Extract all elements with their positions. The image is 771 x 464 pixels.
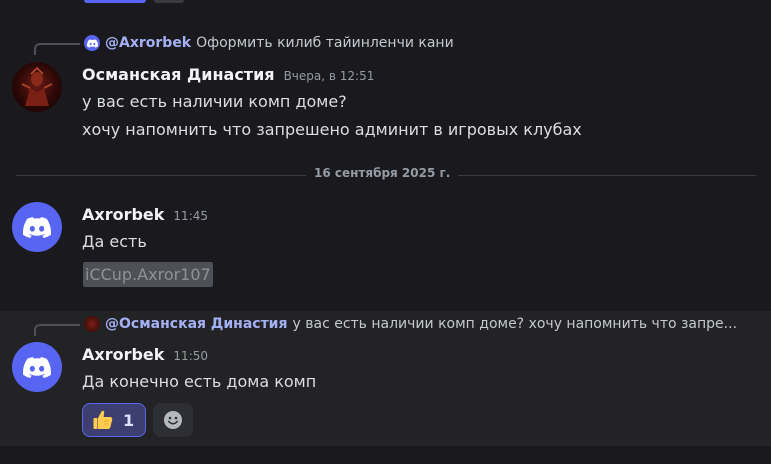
date-divider-label: 16 сентября 2025 г. bbox=[306, 166, 459, 180]
discord-icon bbox=[23, 216, 51, 238]
message-header: Османская Династия Вчера, в 12:51 bbox=[82, 65, 374, 84]
reply-preview[interactable]: @Османская Династия у вас есть наличии к… bbox=[84, 316, 754, 332]
timestamp[interactable]: 11:45 bbox=[173, 209, 208, 223]
reply-preview[interactable]: @Axrorbek Оформить килиб тайинленчи кани bbox=[84, 35, 454, 51]
reply-connector bbox=[34, 43, 80, 55]
inline-code-text[interactable]: iCCup.Axror107 bbox=[83, 262, 213, 287]
message-text: Да есть bbox=[82, 232, 147, 251]
timestamp[interactable]: 11:50 bbox=[173, 349, 208, 363]
author-name[interactable]: Axrorbek bbox=[82, 345, 164, 364]
author-name[interactable]: Axrorbek bbox=[82, 205, 164, 224]
reply-text: у вас есть наличии комп доме? хочу напом… bbox=[292, 316, 738, 332]
avatar[interactable] bbox=[12, 202, 62, 252]
message-text: хочу напомнить что запрешено админит в и… bbox=[82, 120, 582, 139]
discord-icon bbox=[23, 356, 51, 378]
add-reaction-button[interactable] bbox=[153, 403, 193, 437]
author-name[interactable]: Османская Династия bbox=[82, 65, 275, 84]
discord-icon bbox=[84, 35, 100, 51]
reply-author[interactable]: @Axrorbek bbox=[105, 35, 191, 51]
dynasty-avatar-icon bbox=[21, 66, 53, 106]
message-header: Axrorbek 11:45 bbox=[82, 205, 208, 224]
dynasty-avatar-icon bbox=[84, 316, 100, 332]
avatar[interactable] bbox=[12, 62, 62, 112]
message-text: Да конечно есть дома комп bbox=[82, 372, 317, 391]
smiley-icon bbox=[164, 411, 182, 429]
timestamp[interactable]: Вчера, в 12:51 bbox=[284, 69, 375, 83]
thumbs-up-icon bbox=[93, 410, 113, 429]
message-text: у вас есть наличии комп доме? bbox=[82, 92, 347, 111]
avatar[interactable] bbox=[12, 342, 62, 392]
previous-reactions-stub bbox=[84, 0, 184, 4]
reply-author[interactable]: @Османская Династия bbox=[105, 316, 288, 332]
message-header: Axrorbek 11:50 bbox=[82, 345, 208, 364]
reaction-thumbs-up[interactable]: 1 bbox=[82, 403, 146, 437]
reply-text: Оформить килиб тайинленчи кани bbox=[196, 35, 454, 51]
reply-connector bbox=[34, 324, 80, 336]
reaction-count: 1 bbox=[123, 410, 135, 430]
